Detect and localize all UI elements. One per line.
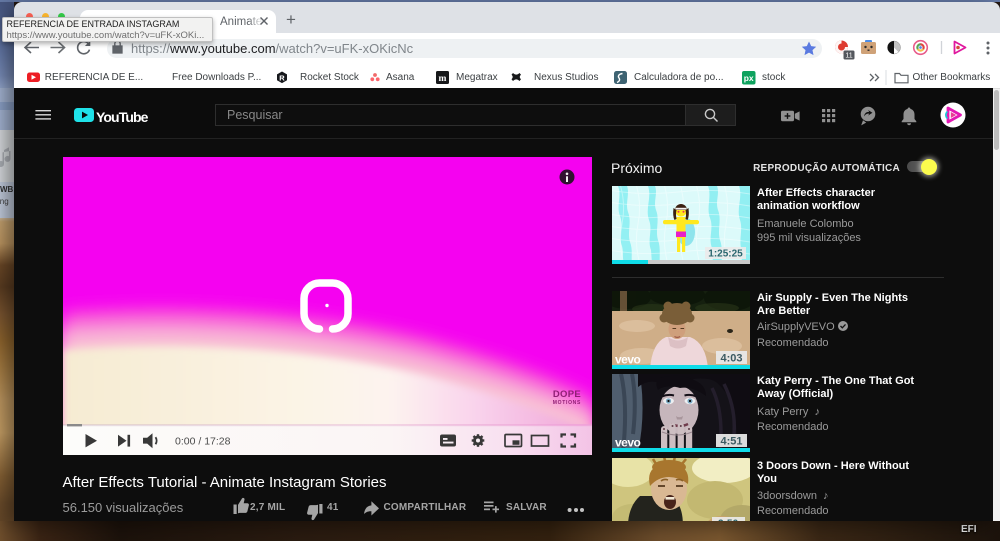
svg-text:WB: WB — [0, 185, 14, 194]
svg-text:4:51: 4:51 — [720, 436, 742, 448]
svg-text:1:25:25: 1:25:25 — [708, 249, 743, 260]
svg-text:DOPE: DOPE — [553, 389, 581, 400]
svg-text:MOTIONS: MOTIONS — [553, 400, 581, 406]
svg-text:m: m — [439, 74, 447, 84]
svg-text:11: 11 — [845, 53, 852, 60]
svg-text:3:56: 3:56 — [718, 519, 738, 522]
svg-text:4:03: 4:03 — [720, 353, 742, 365]
svg-text:0:00 / 17:28: 0:00 / 17:28 — [175, 436, 231, 448]
svg-text:vevo: vevo — [615, 436, 641, 450]
svg-text:vevo: vevo — [615, 353, 641, 367]
svg-text:R: R — [279, 74, 285, 83]
svg-text:ing: ing — [0, 197, 9, 206]
svg-text:px: px — [744, 73, 754, 83]
